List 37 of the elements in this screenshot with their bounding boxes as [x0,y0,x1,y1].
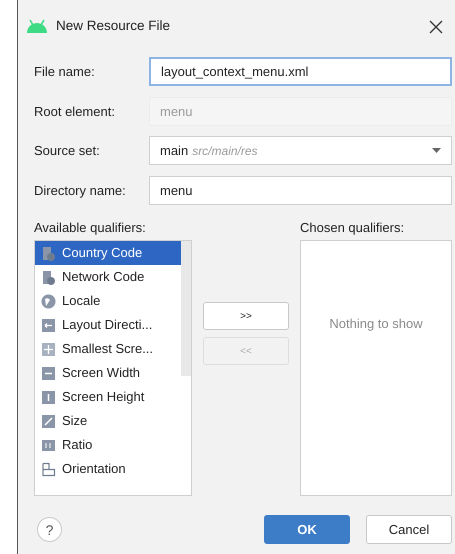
list-item[interactable]: Layout Directi... [35,313,181,337]
field-label: Directory name: [34,182,127,200]
sim-card-icon [41,246,56,260]
orientation-icon [41,462,56,476]
list-item[interactable]: Country Code [35,241,181,265]
list-item[interactable]: Screen Width [35,361,181,385]
sim-card-icon [41,270,56,284]
field-label: File name: [34,63,96,81]
help-button[interactable]: ? [37,517,62,542]
list-item[interactable]: Locale [35,289,181,313]
globe-icon [41,294,56,308]
source-set-dropdown[interactable]: main src/main/res [149,136,452,166]
list-item[interactable]: Smallest Scre... [35,337,181,361]
android-icon [26,19,48,33]
resize-icon [41,414,56,428]
list-item[interactable]: Screen Height [35,385,181,409]
input-field[interactable]: menu [149,176,452,205]
section-label: Chosen qualifiers: [300,219,406,237]
move-icon [41,342,56,356]
input-field[interactable]: layout_context_menu.xml [149,57,452,86]
ratio-icon [41,438,56,452]
window-title: New Resource File [56,16,170,35]
field-label: Source set: [34,142,101,160]
dropdown-caret-icon [432,148,441,154]
section-label: Available qualifiers: [34,219,147,237]
add-button[interactable]: >> [203,302,289,330]
list-item[interactable]: Network Code [35,265,181,289]
ok-button[interactable]: OK [264,515,350,544]
empty-message: Nothing to show [329,315,423,332]
scrollbar[interactable] [181,241,191,376]
list-item[interactable]: Ratio [35,433,181,457]
height-icon [41,390,56,404]
list-item[interactable]: Size [35,409,181,433]
cancel-button[interactable]: Cancel [366,515,452,544]
field-label: Root element: [34,102,116,120]
list-item[interactable]: Orientation [35,457,181,481]
width-icon [41,366,56,380]
